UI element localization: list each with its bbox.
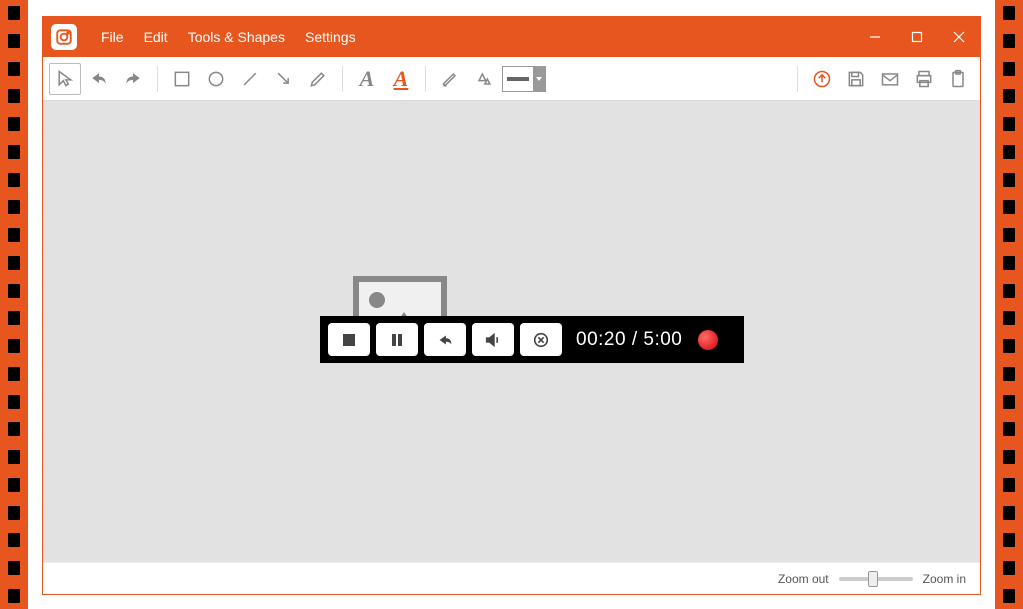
save-button[interactable] — [840, 63, 872, 95]
app-logo-icon — [51, 24, 77, 50]
rectangle-tool[interactable] — [166, 63, 198, 95]
toolbar: A A — [43, 57, 980, 101]
toolbar-divider — [342, 66, 343, 92]
pause-record-button[interactable] — [376, 323, 418, 356]
maximize-button[interactable] — [896, 17, 938, 57]
inner-white: File Edit Tools & Shapes Settings — [28, 0, 995, 609]
titlebar: File Edit Tools & Shapes Settings — [43, 17, 980, 57]
pencil-tool[interactable] — [302, 63, 334, 95]
close-button[interactable] — [938, 17, 980, 57]
canvas-area[interactable]: 00:20 / 5:00 — [43, 101, 980, 562]
statusbar: Zoom out Zoom in — [43, 562, 980, 594]
elapsed-time: 00:20 — [576, 329, 626, 350]
menu-tools-shapes[interactable]: Tools & Shapes — [178, 29, 295, 45]
stop-record-button[interactable] — [328, 323, 370, 356]
mute-button[interactable] — [472, 323, 514, 356]
outer-frame: File Edit Tools & Shapes Settings — [0, 0, 1023, 609]
print-button[interactable] — [908, 63, 940, 95]
app-window: File Edit Tools & Shapes Settings — [42, 16, 981, 595]
zoom-in-label[interactable]: Zoom in — [923, 572, 966, 586]
redo-button[interactable] — [117, 63, 149, 95]
film-strip-left — [0, 0, 28, 609]
toolbar-divider — [797, 66, 798, 92]
total-time: 5:00 — [643, 329, 682, 350]
zoom-slider[interactable] — [839, 577, 913, 581]
undo-button[interactable] — [83, 63, 115, 95]
clipboard-button[interactable] — [942, 63, 974, 95]
highlighter-tool[interactable] — [434, 63, 466, 95]
arrow-tool[interactable] — [268, 63, 300, 95]
email-button[interactable] — [874, 63, 906, 95]
recording-toolbar: 00:20 / 5:00 — [320, 316, 744, 363]
menu-settings[interactable]: Settings — [295, 29, 366, 45]
upload-button[interactable] — [806, 63, 838, 95]
zoom-slider-thumb[interactable] — [868, 571, 878, 587]
recording-time: 00:20 / 5:00 — [576, 329, 682, 351]
record-undo-button[interactable] — [424, 323, 466, 356]
menu-edit[interactable]: Edit — [134, 29, 178, 45]
window-controls — [854, 17, 980, 57]
minimize-button[interactable] — [854, 17, 896, 57]
text-highlight-tool[interactable]: A — [385, 63, 417, 95]
blur-tool[interactable] — [468, 63, 500, 95]
cancel-record-button[interactable] — [520, 323, 562, 356]
menu-file[interactable]: File — [91, 29, 134, 45]
line-tool[interactable] — [234, 63, 266, 95]
recording-indicator-icon — [698, 330, 718, 350]
cursor-tool[interactable] — [49, 63, 81, 95]
line-weight-selector[interactable] — [502, 66, 546, 92]
toolbar-divider — [157, 66, 158, 92]
text-tool[interactable]: A — [351, 63, 383, 95]
zoom-out-label[interactable]: Zoom out — [778, 572, 829, 586]
ellipse-tool[interactable] — [200, 63, 232, 95]
film-strip-right — [995, 0, 1023, 609]
toolbar-divider — [425, 66, 426, 92]
